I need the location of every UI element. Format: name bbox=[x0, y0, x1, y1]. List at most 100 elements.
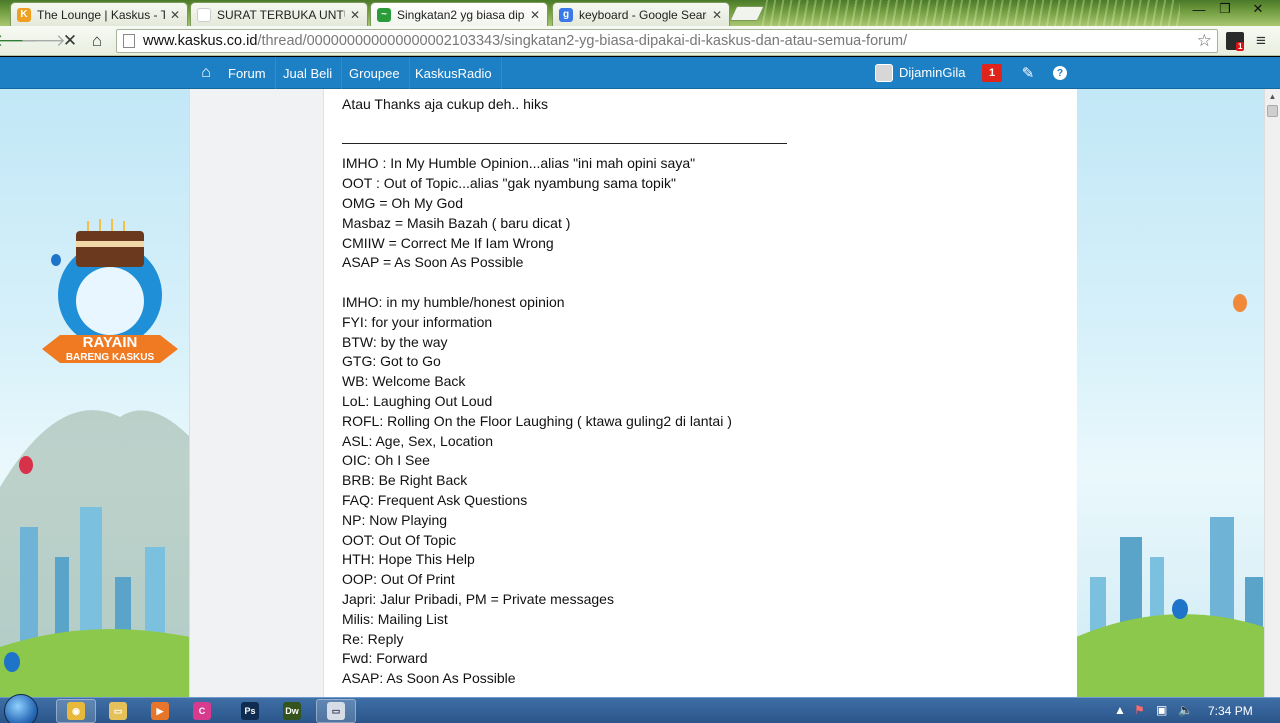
taskbar-explorer-button[interactable]: ▭ bbox=[98, 699, 138, 723]
tab-surat-terbuka[interactable]: SURAT TERBUKA UNTUK PRESIDEN ✕ bbox=[190, 2, 368, 26]
page-viewport: RAYAIN BARENG KASKUS ⌂ Forum Jual Beli G… bbox=[0, 57, 1280, 697]
post-line: GTG: Got to Go bbox=[342, 353, 441, 370]
post-line: LoL: Laughing Out Loud bbox=[342, 392, 493, 409]
nav-jual-beli[interactable]: Jual Beli bbox=[274, 57, 343, 89]
post-line: OOT : Out of Topic...alias "gak nyambung… bbox=[342, 175, 676, 192]
kaskus-home-icon[interactable]: ⌂ bbox=[193, 57, 219, 89]
tab-lounge[interactable]: K The Lounge | Kaskus - The ✕ bbox=[10, 2, 188, 26]
post-line: OIC: Oh I See bbox=[342, 452, 430, 469]
avatar[interactable] bbox=[875, 64, 893, 82]
google-favicon-icon: g bbox=[559, 7, 573, 22]
post-line: OOT: Out Of Topic bbox=[342, 531, 457, 548]
taskbar-media-player-button[interactable]: ▶ bbox=[140, 699, 180, 723]
taskbar-chrome-button[interactable]: ◉ bbox=[56, 699, 96, 723]
photoshop-icon: Ps bbox=[241, 702, 259, 720]
post-line: OMG = Oh My God bbox=[342, 194, 463, 211]
page-scrollbar[interactable]: ▲ bbox=[1264, 89, 1280, 697]
url-host: www.kaskus.co.id bbox=[143, 33, 258, 49]
username-link[interactable]: DijaminGila bbox=[899, 65, 965, 80]
post-line: Masbaz = Masih Bazah ( baru dicat ) bbox=[342, 214, 571, 231]
tab-title: keyboard - Google Search bbox=[579, 7, 707, 22]
post-line: FYI: for your information bbox=[342, 313, 493, 330]
post-line: IMHO: in my humble/honest opinion bbox=[342, 293, 565, 310]
post-line: Milis: Mailing List bbox=[342, 610, 448, 627]
forward-button[interactable]: 🡒 bbox=[20, 30, 66, 52]
rayain-mascot-icon: RAYAIN BARENG KASKUS bbox=[42, 219, 178, 363]
tab-strip: K The Lounge | Kaskus - The ✕ SURAT TERB… bbox=[0, 0, 1280, 26]
scroll-thumb[interactable] bbox=[1267, 105, 1278, 117]
page-icon bbox=[123, 34, 135, 48]
post-line: CMIIW = Correct Me If Iam Wrong bbox=[342, 234, 554, 251]
tab-title: The Lounge | Kaskus - The bbox=[37, 7, 165, 22]
explorer-icon: ▭ bbox=[109, 702, 127, 720]
tab-title: Singkatan2 yg biasa dipakai bbox=[397, 7, 525, 22]
post-line: OOP: Out Of Print bbox=[342, 571, 455, 588]
post-line: BRB: Be Right Back bbox=[342, 472, 468, 489]
taskbar-dreamweaver-button[interactable]: Dw bbox=[272, 699, 312, 723]
tab-close-icon[interactable]: ✕ bbox=[349, 8, 361, 22]
taskbar-photoshop-button[interactable]: Ps bbox=[230, 699, 270, 723]
post-line: Atau Thanks aja cukup deh.. hiks bbox=[342, 95, 548, 112]
post-line: BTW: by the way bbox=[342, 333, 448, 350]
post-body: Atau Thanks aja cukup deh.. hiks IMHO : … bbox=[323, 89, 1077, 697]
app-c-icon: C bbox=[193, 702, 211, 720]
post-line: ASAP = As Soon As Possible bbox=[342, 254, 524, 271]
new-tab-button[interactable] bbox=[729, 6, 765, 21]
bookmark-star-icon[interactable]: ☆ bbox=[1197, 31, 1212, 51]
notification-badge[interactable]: 1 bbox=[982, 64, 1002, 82]
window-icon: ▭ bbox=[327, 702, 345, 720]
post-divider bbox=[342, 143, 787, 145]
address-bar[interactable]: www.kaskus.co.id /thread/000000000000000… bbox=[116, 29, 1218, 53]
close-window-button[interactable]: ✕ bbox=[1240, 0, 1276, 18]
post-line: IMHO : In My Humble Opinion...alias "ini… bbox=[342, 155, 696, 172]
post-line: ASL: Age, Sex, Location bbox=[342, 432, 493, 449]
post-text: Atau Thanks aja cukup deh.. hiks IMHO : … bbox=[342, 89, 1062, 689]
nav-groupee[interactable]: Groupee bbox=[340, 57, 410, 89]
tab-singkatan[interactable]: ~ Singkatan2 yg biasa dipakai ✕ bbox=[370, 2, 548, 26]
nav-kaskusradio[interactable]: KaskusRadio bbox=[406, 57, 502, 89]
dreamweaver-icon: Dw bbox=[283, 702, 301, 720]
loading-favicon-icon: ~ bbox=[377, 7, 391, 22]
nav-forum[interactable]: Forum bbox=[219, 57, 276, 89]
tray-volume-icon[interactable]: 🔈 bbox=[1178, 703, 1193, 717]
content-column: Atau Thanks aja cukup deh.. hiks IMHO : … bbox=[189, 89, 1077, 697]
post-line: ROFL: Rolling On the Floor Laughing ( kt… bbox=[342, 412, 732, 429]
post-line: WB: Welcome Back bbox=[342, 373, 466, 390]
tab-google-search[interactable]: g keyboard - Google Search ✕ bbox=[552, 2, 730, 26]
start-button[interactable] bbox=[4, 694, 38, 723]
windows-taskbar: ◉ ▭ ▶ C Ps Dw ▭ ▲ ⚑ ▣ 🔈 7:34 PM bbox=[0, 694, 1280, 723]
post-line: Re: Reply bbox=[342, 630, 404, 647]
tab-close-icon[interactable]: ✕ bbox=[529, 8, 541, 22]
scroll-up-icon[interactable]: ▲ bbox=[1265, 89, 1280, 104]
tray-flag-icon[interactable]: ⚑ bbox=[1134, 703, 1145, 717]
tab-close-icon[interactable]: ✕ bbox=[711, 8, 723, 22]
taskbar-window-button[interactable]: ▭ bbox=[316, 699, 356, 723]
tab-title: SURAT TERBUKA UNTUK PRESIDEN bbox=[217, 7, 345, 22]
post-line: FAQ: Frequent Ask Questions bbox=[342, 491, 528, 508]
post-line: Japri: Jalur Pribadi, PM = Private messa… bbox=[342, 590, 614, 607]
pencil-icon[interactable]: ✎ bbox=[1018, 63, 1038, 83]
post-line: Fwd: Forward bbox=[342, 650, 428, 667]
tray-network-icon[interactable]: ▣ bbox=[1156, 703, 1167, 717]
post-line: HTH: Hope This Help bbox=[342, 551, 475, 568]
extension-badge: 1 bbox=[1236, 42, 1245, 51]
tray-arrow-icon[interactable]: ▲ bbox=[1114, 703, 1126, 717]
taskbar-clock[interactable]: 7:34 PM bbox=[1208, 704, 1253, 718]
post-line: ASAP: As Soon As Possible bbox=[342, 670, 516, 687]
url-path: /thread/000000000000000002103343/singkat… bbox=[257, 33, 908, 49]
kaskus-favicon-icon: K bbox=[17, 7, 31, 22]
media-player-icon: ▶ bbox=[151, 702, 169, 720]
maximize-button[interactable]: ❐ bbox=[1210, 0, 1240, 18]
blank-favicon-icon bbox=[197, 7, 211, 22]
stop-button[interactable]: ✕ bbox=[59, 30, 81, 52]
browser-toolbar: 🡐 🡒 ✕ ⌂ www.kaskus.co.id /thread/0000000… bbox=[0, 26, 1280, 56]
home-button[interactable]: ⌂ bbox=[86, 30, 108, 52]
chrome-menu-icon[interactable]: ≡ bbox=[1256, 31, 1266, 51]
kaskus-navbar: ⌂ Forum Jual Beli Groupee KaskusRadio Di… bbox=[0, 57, 1280, 89]
tab-close-icon[interactable]: ✕ bbox=[169, 8, 181, 22]
chrome-icon: ◉ bbox=[67, 702, 85, 720]
promo-line1: RAYAIN bbox=[83, 334, 138, 351]
taskbar-app-c-button[interactable]: C bbox=[182, 699, 222, 723]
promo-line2: BARENG KASKUS bbox=[66, 352, 155, 363]
help-icon[interactable]: ? bbox=[1050, 63, 1070, 83]
